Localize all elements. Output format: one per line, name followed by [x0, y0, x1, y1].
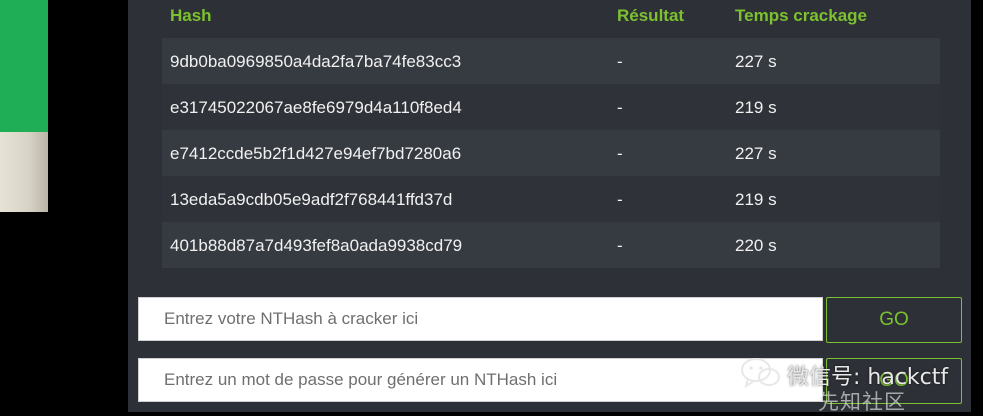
green-block: [0, 0, 48, 132]
cell-hash: e7412ccde5b2f1d427e94ef7bd7280a6: [170, 144, 462, 163]
cell-hash: 9db0ba0969850a4da2fa7ba74fe83cc3: [170, 52, 462, 71]
cell-result: -: [617, 144, 623, 163]
cell-result: -: [617, 236, 623, 255]
cell-result: -: [617, 190, 623, 209]
cell-time: 220 s: [735, 236, 777, 255]
cell-time: 219 s: [735, 190, 777, 209]
header-hash: Hash: [170, 6, 212, 25]
cell-result: -: [617, 52, 623, 71]
watermark: 微信号: hackctf 先知社区: [740, 356, 983, 414]
cell-time: 227 s: [735, 52, 777, 71]
cell-result: -: [617, 98, 623, 117]
nthash-input[interactable]: [138, 297, 823, 341]
cream-block: [0, 132, 48, 212]
table-row: 13eda5a9cdb05e9adf2f768441ffd37d - 219 s: [162, 176, 940, 222]
table-row: e31745022067ae8fe6979d4a110f8ed4 - 219 s: [162, 84, 940, 130]
cell-hash: 401b88d87a7d493fef8a0ada9938cd79: [170, 236, 463, 255]
cell-hash: e31745022067ae8fe6979d4a110f8ed4: [170, 98, 462, 117]
results-table: Hash Résultat Temps crackage 9db0ba09698…: [162, 0, 940, 268]
cell-time: 219 s: [735, 98, 777, 117]
table-row: 9db0ba0969850a4da2fa7ba74fe83cc3 - 227 s: [162, 38, 940, 84]
crack-form: GO: [138, 297, 963, 343]
background-image-fragment: [0, 0, 50, 230]
table-row: 401b88d87a7d493fef8a0ada9938cd79 - 220 s: [162, 222, 940, 268]
crack-go-button[interactable]: GO: [826, 297, 962, 343]
cell-time: 227 s: [735, 144, 777, 163]
password-input[interactable]: [138, 358, 823, 402]
main-panel: Hash Résultat Temps crackage 9db0ba09698…: [128, 0, 971, 412]
table-header: Hash Résultat Temps crackage: [162, 0, 940, 38]
table-row: e7412ccde5b2f1d427e94ef7bd7280a6 - 227 s: [162, 130, 940, 176]
cell-hash: 13eda5a9cdb05e9adf2f768441ffd37d: [170, 190, 453, 209]
header-time: Temps crackage: [735, 6, 867, 25]
wechat-icon: [741, 358, 780, 389]
header-result: Résultat: [617, 6, 685, 25]
